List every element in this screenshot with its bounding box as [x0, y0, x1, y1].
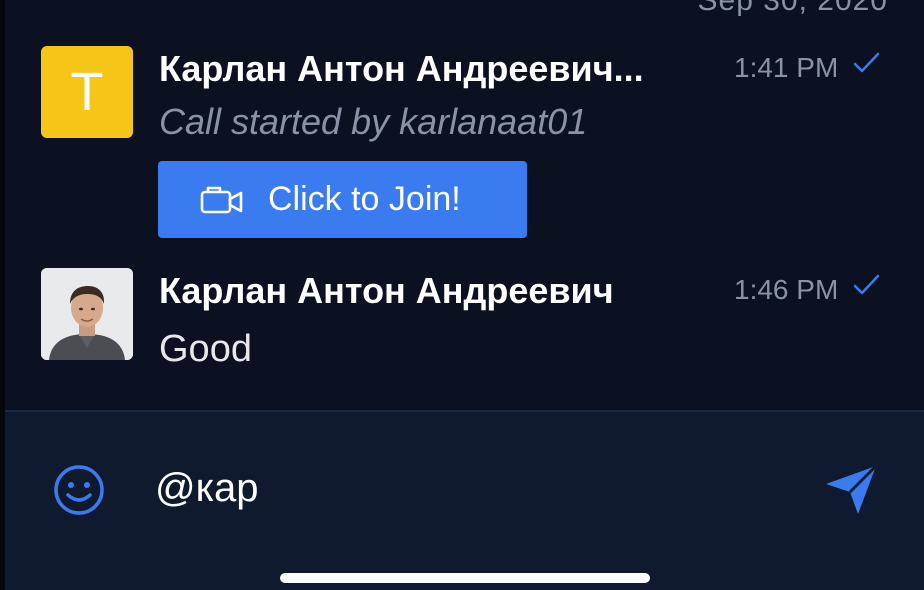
check-icon [853, 274, 880, 295]
message-item: T Карлан Антон Андреевич... 1:41 PM Call… [41, 46, 911, 246]
send-icon[interactable] [820, 462, 880, 518]
video-camera-icon [200, 186, 243, 213]
message-composer [5, 410, 924, 590]
message-author[interactable]: Карлан Антон Андреевич... [159, 48, 644, 90]
join-call-button[interactable]: Click to Join! [158, 161, 527, 238]
message-text: Good [159, 328, 252, 370]
message-input[interactable] [155, 460, 755, 516]
check-icon [853, 52, 880, 73]
home-indicator [280, 573, 650, 583]
avatar[interactable]: T [41, 46, 133, 138]
join-call-label: Click to Join! [268, 180, 461, 218]
message-system-text: Call started by karlanaat01 [159, 101, 588, 142]
message-time: 1:46 PM [734, 274, 839, 305]
avatar-letter: T [70, 62, 104, 122]
message-author[interactable]: Карлан Антон Андреевич [159, 270, 614, 312]
message-item: Карлан Антон Андреевич 1:46 PM Good [41, 268, 911, 388]
user-photo [41, 268, 133, 360]
avatar[interactable] [41, 268, 133, 360]
smiley-icon[interactable] [51, 462, 107, 518]
date-separator: Sep 30, 2020 [697, 0, 888, 17]
message-time: 1:41 PM [734, 52, 839, 83]
